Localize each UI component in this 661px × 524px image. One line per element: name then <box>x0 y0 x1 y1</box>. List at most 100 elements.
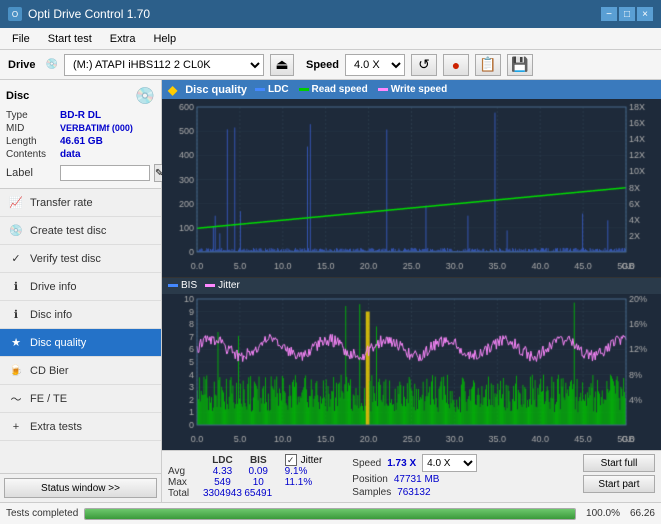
extra-tests-icon: + <box>8 419 24 435</box>
avg-row-label: Avg <box>168 466 203 477</box>
contents-value: data <box>60 149 81 160</box>
copy-button[interactable]: 📋 <box>475 54 501 76</box>
bis-legend-color <box>168 284 178 287</box>
chart-legend: LDC Read speed Write speed <box>255 84 447 95</box>
bis-col-header: BIS <box>242 454 275 466</box>
status-time: 66.26 <box>630 508 655 519</box>
create-test-disc-icon: 💿 <box>8 223 24 239</box>
bis-legend-label: BIS <box>181 280 197 291</box>
stats-grid-table: LDC BIS ✓ Jitter Avg 4.33 0.09 9.1 <box>168 454 322 499</box>
disc-info-icon: ℹ <box>8 307 24 323</box>
nav-fe-te[interactable]: 〜 FE / TE <box>0 385 161 413</box>
max-bis: 10 <box>242 477 275 488</box>
max-jitter: 11.1% <box>285 477 323 488</box>
drive-info-icon: ℹ <box>8 279 24 295</box>
refresh-button[interactable]: ↺ <box>411 54 437 76</box>
status-bar: Tests completed 100.0% 66.26 <box>0 502 661 524</box>
drive-label: Drive <box>4 59 40 71</box>
menu-help[interactable]: Help <box>145 31 184 47</box>
start-part-button[interactable]: Start part <box>583 475 655 493</box>
main-content: Disc 💿 Type BD-R DL MID VERBATIMf (000) … <box>0 80 661 502</box>
drive-select[interactable]: (M:) ATAPI iHBS112 2 CL0K <box>64 54 264 76</box>
minimize-button[interactable]: − <box>601 7 617 21</box>
window-controls: − □ × <box>601 7 653 21</box>
app-icon: O <box>8 7 22 21</box>
position-key: Position <box>352 474 388 485</box>
top-chart-canvas <box>162 99 661 274</box>
total-bis: 65491 <box>242 488 275 499</box>
disc-label-input[interactable] <box>60 165 150 181</box>
menu-extra[interactable]: Extra <box>102 31 144 47</box>
disc-section-title: Disc <box>6 90 29 102</box>
eject-button[interactable]: ⏏ <box>270 54 294 76</box>
menu-start-test[interactable]: Start test <box>40 31 100 47</box>
close-button[interactable]: × <box>637 7 653 21</box>
nav-create-test-disc[interactable]: 💿 Create test disc <box>0 217 161 245</box>
nav-drive-info-label: Drive info <box>30 281 76 293</box>
progress-bar <box>84 508 576 520</box>
disc-quality-icon: ★ <box>8 335 24 351</box>
title-bar: O Opti Drive Control 1.70 − □ × <box>0 0 661 28</box>
max-ldc: 549 <box>203 477 242 488</box>
ldc-legend-color <box>255 88 265 91</box>
left-panel: Disc 💿 Type BD-R DL MID VERBATIMf (000) … <box>0 80 162 502</box>
maximize-button[interactable]: □ <box>619 7 635 21</box>
samples-value: 763132 <box>397 487 430 498</box>
jitter-label: Jitter <box>301 455 323 466</box>
nav-drive-info[interactable]: ℹ Drive info <box>0 273 161 301</box>
ldc-legend-label: LDC <box>268 84 289 95</box>
type-label: Type <box>6 110 56 121</box>
top-chart <box>162 99 661 278</box>
chart-title: Disc quality <box>185 84 247 96</box>
type-value: BD-R DL <box>60 110 101 121</box>
bis-legend-bar: BIS Jitter <box>162 278 661 294</box>
nav-create-test-disc-label: Create test disc <box>30 225 106 237</box>
nav-transfer-rate[interactable]: 📈 Transfer rate <box>0 189 161 217</box>
jitter-legend-color <box>205 284 215 287</box>
total-row-label: Total <box>168 488 203 499</box>
status-window-button[interactable]: Status window >> <box>4 478 157 498</box>
menu-bar: File Start test Extra Help <box>0 28 661 50</box>
nav-list: 📈 Transfer rate 💿 Create test disc ✓ Ver… <box>0 189 161 441</box>
stats-table: LDC BIS ✓ Jitter Avg 4.33 0.09 9.1 <box>162 450 661 502</box>
nav-transfer-rate-label: Transfer rate <box>30 197 93 209</box>
nav-cd-bier-label: CD Bier <box>30 365 69 377</box>
nav-extra-tests[interactable]: + Extra tests <box>0 413 161 441</box>
write-speed-legend-color <box>378 88 388 91</box>
read-speed-legend-color <box>299 88 309 91</box>
disc-label-label: Label <box>6 167 56 179</box>
nav-verify-test-disc[interactable]: ✓ Verify test disc <box>0 245 161 273</box>
nav-disc-info[interactable]: ℹ Disc info <box>0 301 161 329</box>
bottom-chart <box>162 294 661 450</box>
nav-cd-bier[interactable]: 🍺 CD Bier <box>0 357 161 385</box>
chart-header-icon: ◆ <box>168 83 177 97</box>
jitter-checkbox[interactable]: ✓ <box>285 454 297 466</box>
ldc-col-header: LDC <box>203 454 242 466</box>
speed-value: 1.73 X <box>387 458 416 469</box>
jitter-legend-label: Jitter <box>218 280 240 291</box>
mid-label: MID <box>6 123 56 134</box>
disc-section-icon: 💿 <box>135 86 155 106</box>
length-label: Length <box>6 136 56 147</box>
max-row-label: Max <box>168 477 203 488</box>
save-button[interactable]: 💾 <box>507 54 533 76</box>
nav-extra-tests-label: Extra tests <box>30 421 82 433</box>
position-value: 47731 MB <box>394 474 440 485</box>
nav-verify-test-disc-label: Verify test disc <box>30 253 101 265</box>
menu-file[interactable]: File <box>4 31 38 47</box>
burn-button[interactable]: ● <box>443 54 469 76</box>
nav-disc-quality[interactable]: ★ Disc quality <box>0 329 161 357</box>
transfer-rate-icon: 📈 <box>8 195 24 211</box>
nav-disc-quality-label: Disc quality <box>30 337 86 349</box>
start-full-button[interactable]: Start full <box>583 454 655 472</box>
read-speed-legend-label: Read speed <box>312 84 368 95</box>
avg-ldc: 4.33 <box>203 466 242 477</box>
charts-area: BIS Jitter <box>162 99 661 450</box>
contents-label: Contents <box>6 149 56 160</box>
drive-toolbar: Drive 💿 (M:) ATAPI iHBS112 2 CL0K ⏏ Spee… <box>0 50 661 80</box>
speed-key: Speed <box>352 458 381 469</box>
speed-select-inline[interactable]: 4.0 X <box>422 454 477 472</box>
drive-icon: 💿 <box>46 59 58 70</box>
avg-bis: 0.09 <box>242 466 275 477</box>
speed-select[interactable]: 4.0 X <box>345 54 405 76</box>
